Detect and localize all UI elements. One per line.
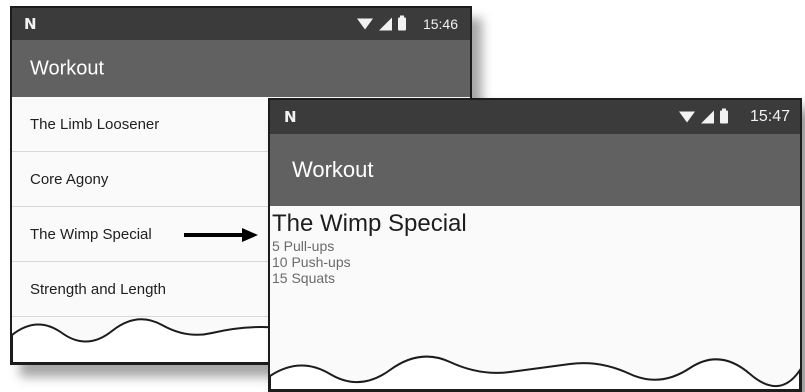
toolbar-title: Workout [292,157,374,182]
exercise-item: 15 Squats [272,270,336,286]
signal-icon [701,110,714,124]
workout-name: The Wimp Special [272,210,467,237]
exercise-item: 10 Push-ups [272,254,351,270]
toolbar-title: Workout [30,57,105,79]
status-time: 15:47 [749,108,790,125]
app-toolbar: Workout [270,134,800,206]
n-logo-icon: N [24,15,37,33]
n-logo-icon: N [284,108,297,126]
status-bar: N 15:46 [12,8,470,40]
workout-detail-screen: N 15:47 Workout The Wimp Special 5 Pull-… [268,98,802,392]
exercise-item: 5 Pull-ups [272,238,335,254]
signal-icon [379,17,392,31]
torn-edge [270,355,800,390]
exercise-list: 5 Pull-ups 10 Push-ups 15 Squats [272,238,800,286]
wifi-icon [357,18,373,30]
wifi-icon [679,111,695,123]
arrow-icon [184,228,258,242]
status-time: 15:46 [422,16,458,32]
battery-icon [720,108,728,124]
status-bar: N 15:47 [270,100,800,134]
app-toolbar: Workout [12,40,470,97]
battery-icon [398,15,406,31]
